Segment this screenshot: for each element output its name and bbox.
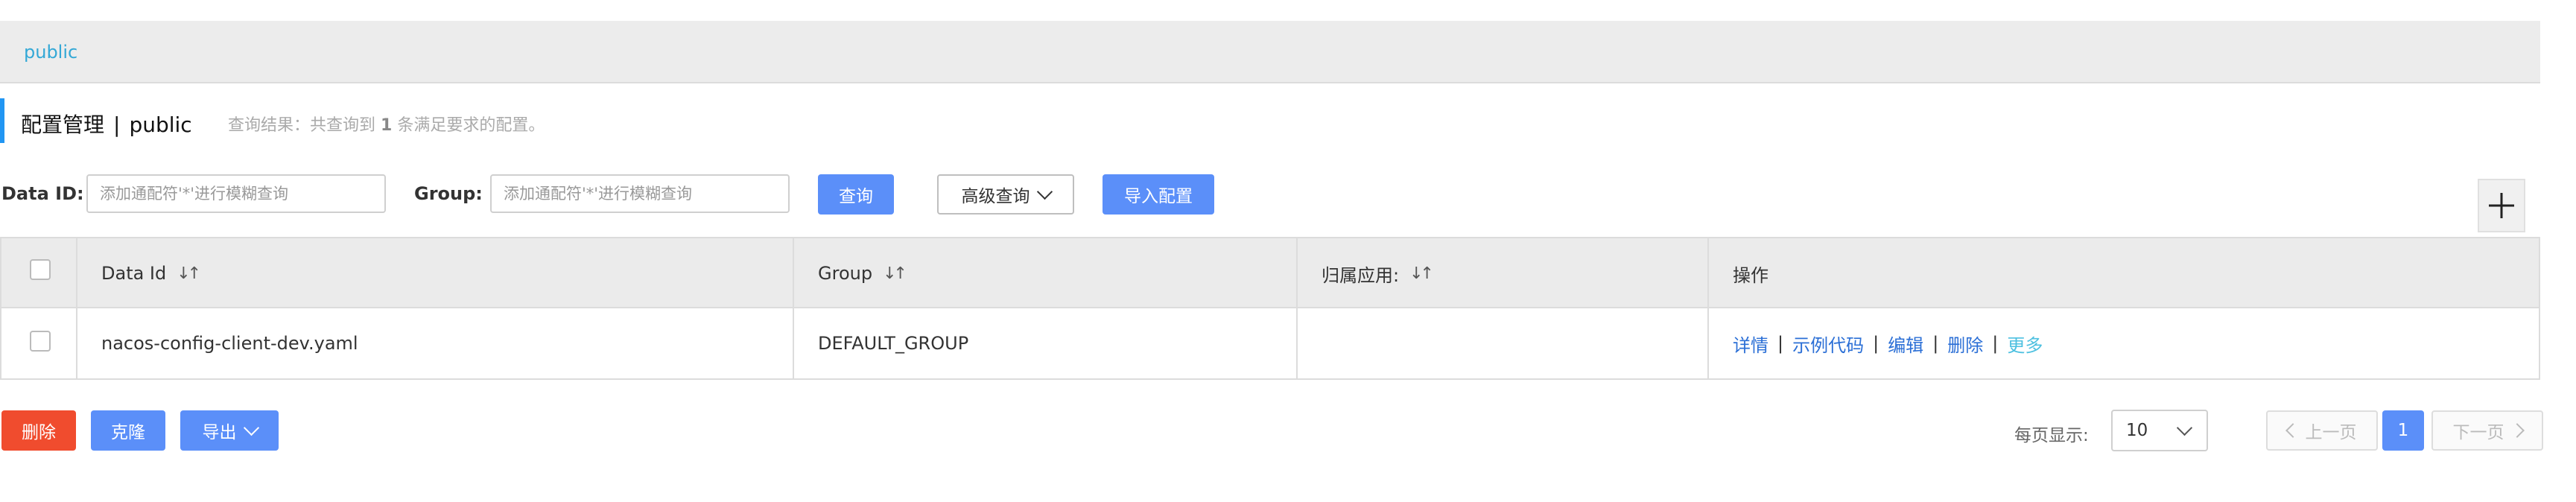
edit-link[interactable]: 编辑 — [1888, 331, 1923, 357]
action-separator: | — [1873, 333, 1879, 354]
query-result-prefix: 查询结果：共查询到 — [228, 116, 376, 135]
export-label: 导出 — [202, 423, 237, 442]
details-link[interactable]: 详情 — [1733, 331, 1768, 357]
row-checkbox[interactable] — [30, 331, 51, 352]
page-size-value: 10 — [2126, 421, 2148, 440]
clone-button[interactable]: 克隆 — [91, 410, 165, 451]
more-link[interactable]: 更多 — [2007, 331, 2043, 357]
next-page-label: 下一页 — [2452, 423, 2504, 442]
prev-page-label: 上一页 — [2305, 423, 2357, 442]
title-accent-bar — [0, 98, 4, 143]
cell-data-id: nacos-config-client-dev.yaml — [101, 333, 358, 354]
delete-link[interactable]: 删除 — [1947, 331, 1983, 357]
sort-icon[interactable]: ↓↑ — [883, 264, 907, 283]
row-divider — [1, 307, 2539, 308]
add-config-button[interactable] — [2478, 179, 2525, 232]
action-separator: | — [1992, 333, 1999, 354]
export-button[interactable]: 导出 — [180, 410, 279, 451]
page-header: 配置管理 | public 查询结果：共查询到 1 条满足要求的配置。 — [0, 98, 894, 143]
advanced-search-label: 高级查询 — [961, 187, 1030, 206]
page-button-current[interactable]: 1 — [2382, 410, 2424, 451]
action-separator: | — [1932, 333, 1939, 354]
search-button[interactable]: 查询 — [818, 174, 894, 215]
chevron-left-icon — [2285, 423, 2300, 438]
query-result-text: 查询结果：共查询到 1 条满足要求的配置。 — [228, 112, 545, 136]
next-page-button[interactable]: 下一页 — [2431, 410, 2543, 451]
page-size-select[interactable]: 10 — [2111, 410, 2208, 451]
title-separator: | — [113, 112, 121, 137]
sort-icon[interactable]: ↓↑ — [1409, 264, 1434, 283]
column-header-actions: 操作 — [1733, 264, 1768, 286]
group-input[interactable] — [490, 174, 790, 213]
cell-actions: 详情 | 示例代码 | 编辑 | 删除 | 更多 — [1733, 308, 2043, 378]
column-header-app[interactable]: 归属应用: ↓↑ — [1322, 238, 1434, 308]
plus-icon — [2489, 193, 2514, 218]
advanced-search-button[interactable]: 高级查询 — [937, 174, 1074, 215]
column-divider — [1296, 238, 1298, 378]
batch-delete-button[interactable]: 删除 — [1, 410, 76, 451]
chevron-down-icon — [1036, 183, 1053, 200]
query-result-suffix: 条满足要求的配置。 — [397, 116, 545, 135]
column-divider — [76, 238, 77, 378]
chevron-down-icon — [2176, 419, 2193, 436]
sample-code-link[interactable]: 示例代码 — [1792, 331, 1864, 357]
table-row: nacos-config-client-dev.yaml DEFAULT_GRO… — [1, 308, 2539, 378]
column-header-label: Data Id — [101, 263, 167, 284]
column-header-data-id[interactable]: Data Id ↓↑ — [101, 238, 201, 308]
data-id-label: Data ID: — [1, 183, 84, 204]
page-title-namespace: public — [129, 112, 192, 137]
table-header: Data Id ↓↑ Group ↓↑ 归属应用: ↓↑ 操作 — [1, 238, 2539, 308]
group-label: Group: — [414, 183, 483, 204]
cell-group: DEFAULT_GROUP — [818, 333, 969, 354]
namespace-bar: public — [0, 21, 2540, 83]
column-header-group[interactable]: Group ↓↑ — [818, 238, 907, 308]
data-id-input[interactable] — [86, 174, 386, 213]
chevron-down-icon — [243, 419, 259, 436]
import-config-button[interactable]: 导入配置 — [1103, 174, 1214, 215]
page-size-label: 每页显示: — [2014, 426, 2089, 445]
prev-page-button[interactable]: 上一页 — [2266, 410, 2378, 451]
sort-icon[interactable]: ↓↑ — [177, 264, 201, 283]
chevron-right-icon — [2509, 423, 2525, 438]
column-header-label: Group — [818, 263, 873, 284]
page-title-text: 配置管理 — [21, 112, 105, 137]
column-divider — [793, 238, 794, 378]
action-separator: | — [1777, 333, 1784, 354]
query-result-count: 1 — [381, 116, 393, 135]
column-header-label: 归属应用: — [1322, 264, 1400, 286]
page-title: 配置管理 | public — [21, 109, 192, 139]
column-divider — [1707, 238, 1709, 378]
config-table: Data Id ↓↑ Group ↓↑ 归属应用: ↓↑ 操作 nacos-confi… — [0, 237, 2540, 380]
select-all-checkbox[interactable] — [30, 259, 51, 280]
namespace-tab-public[interactable]: public — [24, 42, 77, 63]
